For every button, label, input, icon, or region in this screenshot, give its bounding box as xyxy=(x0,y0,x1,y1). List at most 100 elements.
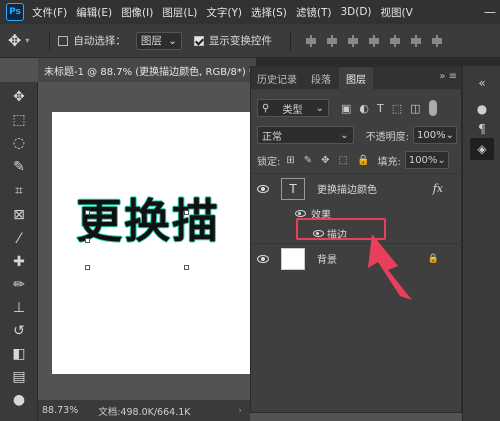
opacity-field[interactable]: 100% ⌄ xyxy=(413,126,457,144)
menu-type[interactable]: 文字(Y) xyxy=(206,5,242,20)
crop-tool-icon[interactable]: ⌗ xyxy=(0,178,38,203)
history-brush-tool-icon[interactable]: ↺ xyxy=(0,318,38,343)
image-filter-icon[interactable]: ▣ xyxy=(341,102,351,115)
text-layer-thumbnail: T xyxy=(281,177,305,200)
chevron-down-icon: ⌄ xyxy=(340,129,349,141)
eraser-tool-icon[interactable]: ◧ xyxy=(0,341,38,366)
gradient-tool-icon[interactable]: ▤ xyxy=(0,364,38,389)
tab-history[interactable]: 历史记录 xyxy=(251,67,303,89)
stamp-tool-icon[interactable]: ⊥ xyxy=(0,295,38,320)
type-filter-icon[interactable]: T xyxy=(377,102,384,115)
paragraph-icon[interactable]: ¶ xyxy=(470,118,494,140)
move-tool-icon[interactable]: ✥ xyxy=(0,84,38,109)
lasso-tool-icon[interactable]: ◌ xyxy=(0,130,38,155)
fill-field[interactable]: 100% ⌄ xyxy=(404,151,449,169)
chevron-down-icon: ⌄ xyxy=(315,102,324,114)
menu-layer[interactable]: 图层(L) xyxy=(162,5,197,20)
document-tab[interactable]: 未标题-1 @ 88.7% (更换描边颜色, RGB/8*) * × xyxy=(38,58,268,82)
adjustment-filter-icon[interactable]: ◐ xyxy=(359,102,369,115)
auto-select-label: 自动选择： xyxy=(73,35,126,47)
lock-artboard-icon[interactable]: ⬚ xyxy=(339,155,348,166)
lock-all-icon[interactable]: 🔒 xyxy=(357,155,369,166)
align-left-icon[interactable] xyxy=(305,34,317,47)
transform-handle[interactable] xyxy=(184,210,189,215)
lock-pixels-icon[interactable]: ✎ xyxy=(304,155,312,166)
menu-edit[interactable]: 编辑(E) xyxy=(76,5,112,20)
smart-object-filter-icon[interactable]: ◫ xyxy=(410,102,420,115)
layer-row-text[interactable]: T 更换描边颜色 fx xyxy=(251,173,463,203)
eyedropper-tool-icon[interactable]: ⁄ xyxy=(0,226,38,251)
auto-select-target-dropdown[interactable]: 图层 ⌄ xyxy=(135,31,182,50)
opacity-label: 不透明度: xyxy=(365,131,409,143)
shape-filter-icon[interactable]: ⬚ xyxy=(392,102,402,115)
tools-panel: ✥ ⬚ ◌ ✎ ⌗ ⊠ ⁄ ✚ ✏ ⊥ ↺ ◧ ▤ ● xyxy=(0,82,38,421)
frame-tool-icon[interactable]: ⊠ xyxy=(0,202,38,227)
tab-layers[interactable]: 图层 xyxy=(339,67,373,89)
document-info: 文档:498.0K/664.1K xyxy=(98,406,191,418)
menu-3d[interactable]: 3D(D) xyxy=(340,6,371,18)
menu-view[interactable]: 视图(V xyxy=(381,5,413,20)
quick-select-tool-icon[interactable]: ✎ xyxy=(0,154,38,179)
fx-icon[interactable]: fx xyxy=(433,182,443,195)
menu-select[interactable]: 选择(S) xyxy=(251,5,287,20)
lock-transparent-icon[interactable]: ⊞ xyxy=(286,155,294,166)
tab-paragraph[interactable]: 段落 xyxy=(305,67,337,89)
chevron-down-icon: ⌄ xyxy=(437,154,446,166)
brush-tool-icon[interactable]: ✏ xyxy=(0,272,38,297)
menu-filter[interactable]: 滤镜(T) xyxy=(296,5,332,20)
filter-toggle[interactable] xyxy=(428,100,437,116)
transform-handle[interactable] xyxy=(85,238,90,243)
chevron-right-icon[interactable]: › xyxy=(238,406,242,416)
menu-bar: Ps 文件(F) 编辑(E) 图像(I) 图层(L) 文字(Y) 选择(S) 滤… xyxy=(0,0,500,24)
panel-menu-icon[interactable]: » ≡ xyxy=(439,71,457,82)
visibility-eye-icon[interactable] xyxy=(257,184,269,193)
transform-handle[interactable] xyxy=(184,265,189,270)
align-bottom-icon[interactable] xyxy=(410,34,422,47)
transform-handle[interactable] xyxy=(85,210,90,215)
auto-select-target-value: 图层 xyxy=(140,35,162,47)
layer-name[interactable]: 更换描边颜色 xyxy=(317,181,377,196)
menu-file[interactable]: 文件(F) xyxy=(32,5,67,20)
visibility-eye-icon[interactable] xyxy=(257,254,269,263)
chevron-down-icon: ⌄ xyxy=(168,34,177,47)
layer-row-background[interactable]: 背景 🔒 xyxy=(251,243,463,273)
layer-filter-dropdown[interactable]: ⚲ 类型 ⌄ xyxy=(257,99,329,117)
canvas-area: 更换描 xyxy=(38,82,250,400)
search-icon: ⚲ xyxy=(262,102,270,114)
align-middle-icon[interactable] xyxy=(389,34,401,47)
menu-image[interactable]: 图像(I) xyxy=(121,5,153,20)
align-right-icon[interactable] xyxy=(347,34,359,47)
align-top-icon[interactable] xyxy=(368,34,380,47)
auto-select-checkbox[interactable] xyxy=(58,35,69,46)
distribute-icon[interactable] xyxy=(431,34,443,47)
zoom-level[interactable]: 88.73% xyxy=(42,405,78,416)
collapse-icon[interactable]: « xyxy=(470,72,494,94)
divider xyxy=(289,30,291,51)
visibility-eye-icon[interactable] xyxy=(295,209,306,217)
layer-filter-row: ⚲ 类型 ⌄ ▣ ◐ T ⬚ ◫ xyxy=(257,98,457,118)
minimize-icon[interactable]: — xyxy=(484,5,496,19)
canvas-text-layer[interactable]: 更换描 xyxy=(76,185,220,251)
marquee-tool-icon[interactable]: ⬚ xyxy=(0,107,38,132)
chevron-down-icon: ⌄ xyxy=(445,129,454,141)
status-bar: 88.73% 文档:498.0K/664.1K › xyxy=(38,400,250,421)
brush-settings-icon[interactable]: ● xyxy=(470,98,494,120)
show-transform-label: 显示变换控件 xyxy=(208,35,272,47)
options-bar: ✥ ▾ 自动选择： 图层 ⌄ 显示变换控件 xyxy=(0,24,500,58)
lock-row: 锁定: ⊞ ✎ ✥ ⬚ 🔒 填充: 100% ⌄ xyxy=(257,150,457,170)
chevron-down-icon[interactable]: ▾ xyxy=(25,36,29,45)
transform-handle[interactable] xyxy=(85,265,90,270)
healing-brush-tool-icon[interactable]: ✚ xyxy=(0,249,38,274)
panel-tabs: 历史记录 段落 图层 » ≡ xyxy=(251,67,463,89)
lock-position-icon[interactable]: ✥ xyxy=(321,155,329,166)
layer-name[interactable]: 背景 xyxy=(317,251,337,266)
align-center-icon[interactable] xyxy=(326,34,338,47)
show-transform-checkbox[interactable] xyxy=(193,35,204,46)
layer-filter-value: 类型 xyxy=(282,104,303,116)
blend-mode-dropdown[interactable]: 正常 ⌄ xyxy=(257,126,354,144)
move-tool-icon[interactable]: ✥ xyxy=(8,31,21,50)
document-tab-title: 未标题-1 @ 88.7% (更换描边颜色, RGB/8*) * xyxy=(44,66,254,78)
blend-row: 正常 ⌄ 不透明度: 100% ⌄ xyxy=(257,125,457,145)
layers-icon[interactable]: ◈ xyxy=(470,138,494,160)
blur-tool-icon[interactable]: ● xyxy=(0,387,38,412)
